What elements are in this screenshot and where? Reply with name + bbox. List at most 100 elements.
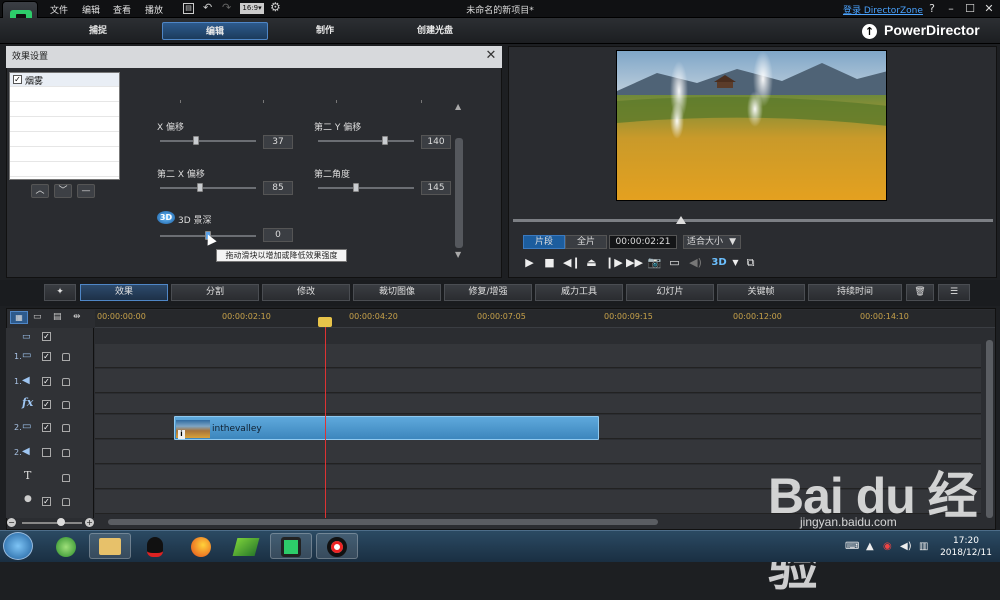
zoom-in-icon[interactable]: +	[85, 518, 94, 527]
effect-button[interactable]: 效果	[80, 284, 168, 301]
undock-preview-icon[interactable]: ⧉	[743, 255, 758, 270]
taskbar-qq-icon[interactable]	[134, 533, 176, 559]
move-down-button[interactable]: ﹀	[54, 184, 72, 198]
stop-icon[interactable]: ■	[542, 255, 557, 270]
3d-dropdown-icon[interactable]: ▼	[728, 255, 743, 270]
track-checkbox[interactable]: ✓	[42, 400, 51, 409]
param-scrollbar[interactable]	[455, 138, 463, 248]
zoom-out-icon[interactable]: −	[7, 518, 16, 527]
split-frame-icon[interactable]: ⏏	[584, 255, 599, 270]
aspect-ratio-icon[interactable]: 16:9▾	[240, 3, 264, 14]
menu-edit[interactable]: 编辑	[82, 3, 100, 16]
track-manager-icon[interactable]: ▤	[53, 312, 62, 322]
settings-icon[interactable]: ⚙	[270, 0, 281, 14]
login-link[interactable]: 登录 DirectorZone	[843, 3, 923, 16]
tray-keyboard-icon[interactable]: ⌨	[845, 541, 859, 552]
angle2-slider-handle[interactable]	[353, 183, 360, 192]
track-checkbox[interactable]: ✓	[42, 352, 51, 361]
volume-icon[interactable]: ◀)	[688, 255, 703, 270]
taskbar-browser-icon[interactable]	[45, 533, 87, 559]
playhead-handle[interactable]	[318, 317, 332, 327]
track-row[interactable]	[95, 344, 981, 368]
tray-network-icon[interactable]: ▥	[919, 541, 928, 552]
tray-expand-icon[interactable]: ▲	[866, 541, 874, 552]
3d-mode-icon[interactable]: 3D	[710, 255, 728, 270]
previous-frame-icon[interactable]: ◀❙	[563, 255, 581, 270]
redo-icon[interactable]: ↷	[222, 1, 231, 14]
fix-enhance-button[interactable]: 修复/增强	[444, 284, 532, 301]
menu-view[interactable]: 查看	[113, 3, 131, 16]
remove-effect-button[interactable]: —	[77, 184, 95, 198]
track-checkbox[interactable]: ✓	[42, 377, 51, 386]
x-offset-slider-handle[interactable]	[192, 136, 199, 145]
lock-icon[interactable]	[62, 474, 70, 482]
tab-produce[interactable]: 制作	[272, 22, 378, 40]
fit-timeline-icon[interactable]: ⇹	[73, 312, 81, 322]
magic-tools-button[interactable]: ✦	[44, 284, 76, 301]
timeline-zoom-slider[interactable]	[22, 522, 82, 524]
minimize-button[interactable]: –	[944, 2, 958, 15]
scroll-up-icon[interactable]: ▲	[455, 102, 461, 111]
keyframe-button[interactable]: 关键帧	[717, 284, 805, 301]
lock-icon[interactable]	[62, 424, 70, 432]
snapshot-icon[interactable]: 📷	[647, 255, 662, 270]
3d-depth-value[interactable]: 0	[263, 228, 293, 242]
effect-checkbox[interactable]: ✓	[13, 75, 22, 84]
effect-panel-close-icon[interactable]: ✕	[484, 48, 498, 64]
preview-window-icon[interactable]: ▭	[667, 255, 682, 270]
taskbar-explorer-icon[interactable]	[89, 533, 131, 559]
taskbar-powerdirector-icon[interactable]	[270, 533, 312, 559]
timeline-view-icon[interactable]: ▦	[10, 311, 28, 324]
x-offset-slider[interactable]	[160, 140, 256, 142]
tab-edit[interactable]: 编辑	[162, 22, 268, 40]
duration-button[interactable]: 持续时间	[808, 284, 902, 301]
playback-progress-handle[interactable]	[676, 216, 686, 224]
library-icon[interactable]: ☰	[938, 284, 970, 301]
x-offset-value[interactable]: 37	[263, 135, 293, 149]
angle2-slider[interactable]	[318, 187, 414, 189]
zoom-select[interactable]: 适合大小 ▼	[683, 235, 741, 249]
crop-image-button[interactable]: 裁切图像	[353, 284, 441, 301]
maximize-button[interactable]: ☐	[963, 2, 977, 15]
power-tools-button[interactable]: 威力工具	[535, 284, 623, 301]
storyboard-view-icon[interactable]: ▭	[33, 312, 42, 322]
y2-offset-value[interactable]: 140	[421, 135, 451, 149]
taskbar-recorder-icon[interactable]	[316, 533, 358, 559]
upgrade-arrow-icon[interactable]: ↑	[862, 24, 877, 39]
undo-icon[interactable]: ↶	[203, 1, 212, 14]
angle2-value[interactable]: 145	[421, 181, 451, 195]
split-button[interactable]: 分割	[171, 284, 259, 301]
tray-volume-icon[interactable]: ◀)	[900, 541, 912, 552]
timeline-zoom-handle[interactable]	[57, 518, 65, 526]
clip-mode-button[interactable]: 片段	[523, 235, 565, 249]
clip-info-icon[interactable]: i	[178, 430, 185, 439]
close-button[interactable]: ✕	[982, 2, 996, 15]
movie-mode-button[interactable]: 全片	[565, 235, 607, 249]
all-tracks-checkbox[interactable]: ✓	[42, 332, 51, 341]
track-checkbox[interactable]: ✓	[42, 423, 51, 432]
help-button[interactable]: ?	[925, 2, 939, 15]
play-icon[interactable]: ▶	[522, 255, 537, 270]
fast-forward-icon[interactable]: ▶▶	[626, 255, 643, 270]
slideshow-button[interactable]: 幻灯片	[626, 284, 714, 301]
taskbar-clock[interactable]: 17:20 2018/12/11	[938, 535, 994, 559]
tab-create-disc[interactable]: 创建光盘	[382, 22, 488, 40]
taskbar-media-icon[interactable]	[225, 533, 267, 559]
x2-offset-value[interactable]: 85	[263, 181, 293, 195]
track-checkbox[interactable]	[42, 448, 51, 457]
x2-offset-slider-handle[interactable]	[197, 183, 204, 192]
delete-icon[interactable]: 🗑	[906, 284, 934, 301]
scroll-down-icon[interactable]: ▼	[455, 250, 461, 259]
track-row[interactable]	[95, 394, 981, 414]
move-up-button[interactable]: ︿	[31, 184, 49, 198]
tab-capture[interactable]: 捕捉	[45, 22, 151, 40]
x2-offset-slider[interactable]	[160, 187, 256, 189]
lock-icon[interactable]	[62, 449, 70, 457]
timecode-display[interactable]: 00:00:02:21	[609, 235, 677, 249]
start-button[interactable]	[3, 532, 33, 560]
playback-progress-bar[interactable]	[513, 219, 993, 222]
menu-play[interactable]: 播放	[145, 3, 163, 16]
y2-offset-slider[interactable]	[318, 140, 414, 142]
lock-icon[interactable]	[62, 498, 70, 506]
y2-offset-slider-handle[interactable]	[382, 136, 389, 145]
